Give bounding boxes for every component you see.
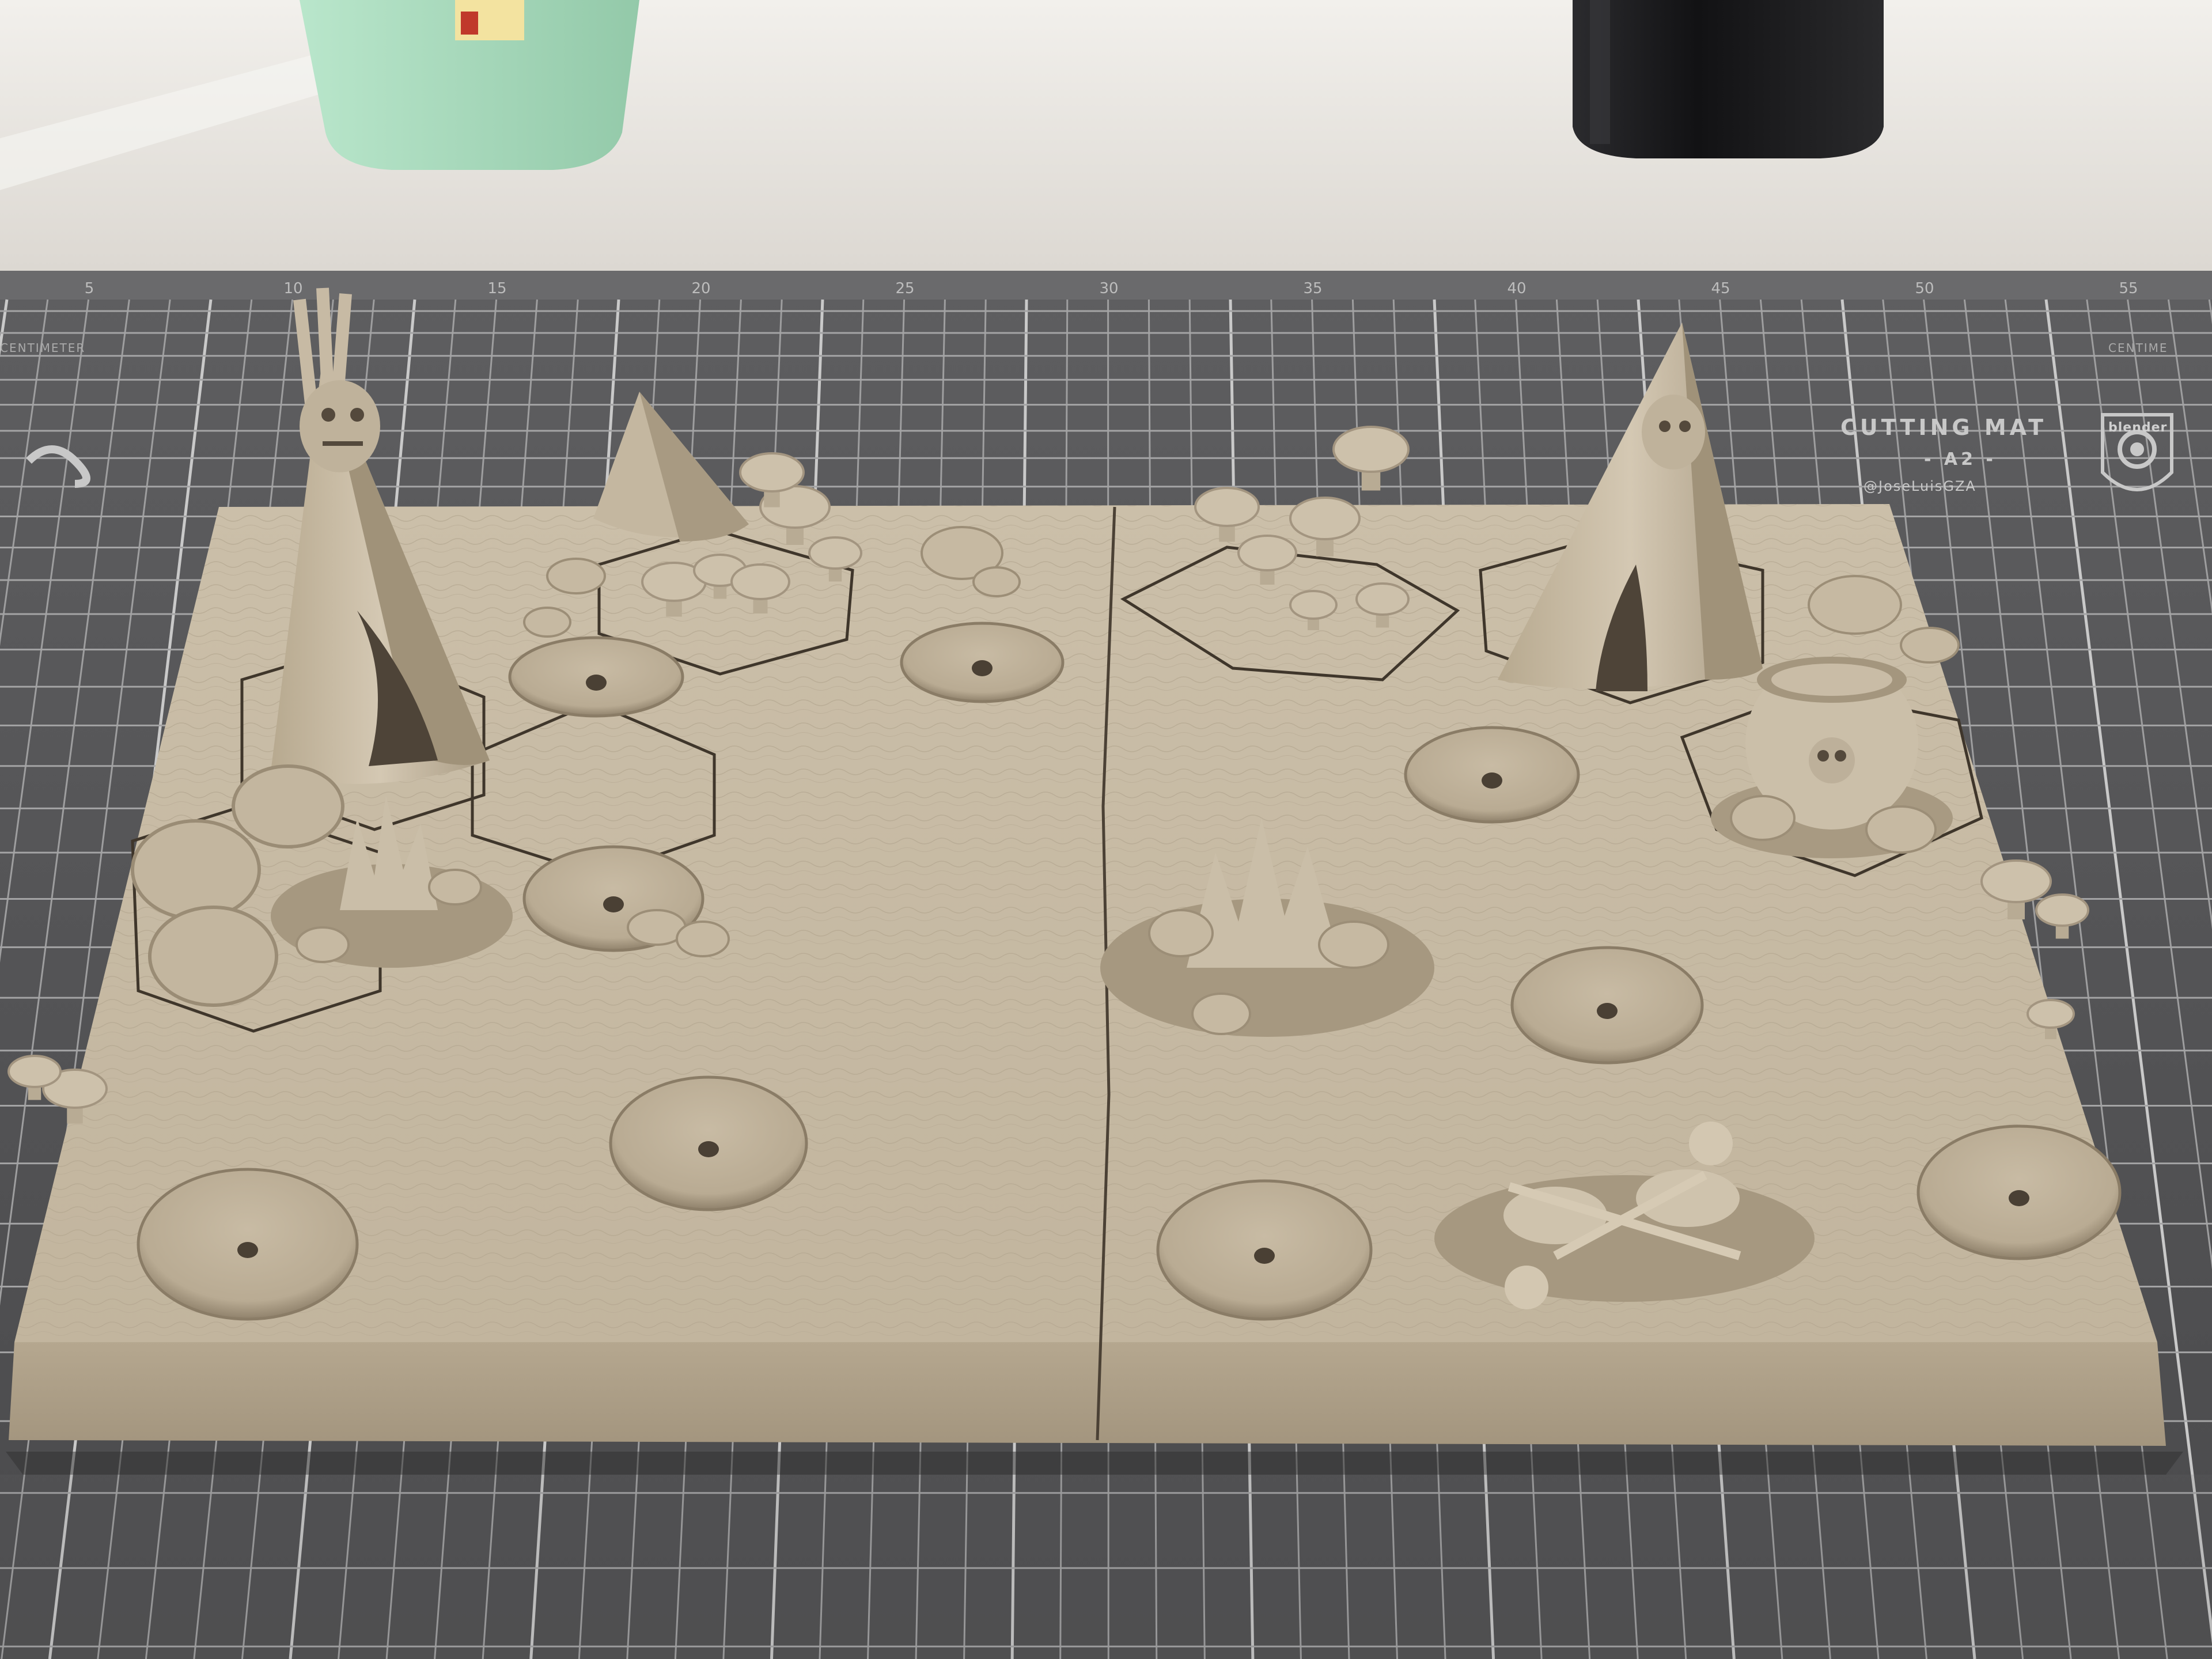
- cutting-mat-title: CUTTING MAT: [1840, 415, 2047, 440]
- rock: [546, 558, 606, 594]
- cutting-mat-credit: @JoseLuisGZA: [1863, 478, 1976, 494]
- rock: [1318, 921, 1389, 969]
- base-hole: [609, 1075, 808, 1211]
- ruler-number: 50: [1915, 280, 1934, 297]
- ruler-number: 20: [691, 280, 711, 297]
- unit-label-right: CENTIME: [2108, 341, 2168, 355]
- rock: [1191, 993, 1251, 1035]
- ruler-number: 25: [895, 280, 915, 297]
- ruler-number: 10: [283, 280, 303, 297]
- blender-logo-text: blender: [2108, 421, 2168, 435]
- base-hole: [1156, 1179, 1373, 1321]
- rendered-scene: [0, 0, 2212, 1659]
- rock: [1900, 627, 1960, 664]
- ruler-number: 45: [1711, 280, 1730, 297]
- ruler-number: 5: [84, 280, 94, 297]
- ruler-number: 15: [487, 280, 507, 297]
- cutting-mat-size: - A2 -: [1924, 449, 1997, 469]
- base-hole: [1404, 726, 1580, 824]
- black-jar: [1573, 0, 1884, 158]
- foreground-blur-haze: [0, 1475, 2212, 1659]
- rock: [428, 869, 482, 906]
- rock: [1808, 575, 1902, 635]
- ruler-number: 55: [2119, 280, 2138, 297]
- rock: [1730, 795, 1796, 841]
- base-hole: [900, 622, 1065, 703]
- base-hole: [137, 1168, 359, 1321]
- rock: [523, 607, 571, 638]
- board-edge: [9, 1342, 2166, 1446]
- rock: [1148, 909, 1214, 957]
- base-hole: [1916, 1124, 2122, 1260]
- rock: [676, 921, 730, 957]
- base-hole: [508, 636, 684, 718]
- ruler-number: 35: [1303, 280, 1323, 297]
- board-shadow: [6, 1452, 2183, 1475]
- rock: [296, 926, 350, 963]
- ruler-number: 40: [1507, 280, 1527, 297]
- base-hole: [1510, 946, 1704, 1065]
- green-cup: [300, 0, 639, 170]
- unit-label-left: CENTIMETER: [0, 341, 86, 355]
- rock: [1865, 805, 1937, 854]
- rock: [972, 566, 1021, 597]
- ruler-number: 30: [1099, 280, 1119, 297]
